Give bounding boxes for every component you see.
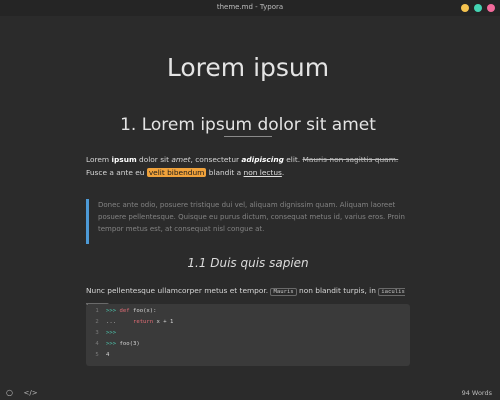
blockquote[interactable]: Donec ante odio, posuere tristique dui v…	[86, 199, 410, 244]
window-title: theme.md - Typora	[216, 3, 284, 11]
underlined-text: non lectus	[243, 167, 282, 177]
text-span: , consectetur	[190, 155, 242, 164]
code-prompt: >>>	[106, 330, 117, 336]
title-bar: theme.md - Typora	[0, 0, 500, 16]
text-span: blandit a	[206, 167, 244, 177]
line-number: 3	[95, 330, 99, 336]
code-line: 4 >>> foo(3)	[86, 341, 410, 351]
code-prompt: >>>	[106, 341, 117, 347]
code-keyword: def	[119, 308, 130, 314]
minimize-button[interactable]	[461, 4, 469, 12]
editor-document[interactable]: Lorem ipsum 1. Lorem ipsum dolor sit ame…	[86, 16, 410, 386]
code-line: 1 >>> def foo(x):	[86, 308, 410, 318]
code-output: 4	[106, 352, 110, 358]
code-line: 2 ... return x + 1	[86, 319, 410, 329]
text-span: .	[281, 167, 285, 177]
line-number: 5	[95, 352, 99, 358]
heading-3[interactable]: 1.1 Duis quis sapien	[86, 256, 410, 270]
code-text: x + 1	[153, 319, 174, 325]
status-bar: ○ </> 94 Words	[0, 386, 500, 400]
maximize-button[interactable]	[474, 4, 482, 12]
heading-2[interactable]: 1. Lorem ipsum dolor sit amet	[86, 115, 410, 135]
bold-text: ipsum	[111, 155, 137, 164]
circle-icon[interactable]: ○	[6, 388, 13, 397]
line-number: 1	[95, 308, 99, 314]
status-left: ○ </>	[6, 388, 46, 397]
scrollbar[interactable]	[493, 16, 499, 386]
heading-underline	[224, 136, 272, 137]
word-count[interactable]: 94 Words	[462, 389, 492, 397]
code-prompt: >>>	[106, 308, 117, 314]
line-number: 4	[95, 341, 99, 347]
code-text: foo(x):	[129, 308, 157, 314]
code-text: foo(3)	[116, 341, 140, 347]
highlighted-text: velit bibendum	[146, 167, 207, 177]
source-code-icon[interactable]: </>	[24, 389, 38, 397]
code-line: 5 4	[86, 352, 410, 362]
text-span: Nunc pellentesque ullamcorper metus et t…	[86, 286, 271, 295]
code-line: 3 >>>	[86, 330, 410, 340]
code-block[interactable]: 1 >>> def foo(x): 2 ... return x + 1 3 >…	[86, 304, 410, 366]
bold-italic-text: adipiscing	[241, 155, 284, 164]
text-span: Fusce a ante eu	[86, 167, 147, 177]
strikethrough-text: Mauris non sagittis quam.	[302, 155, 399, 164]
line-number: 2	[95, 319, 99, 325]
text-span: dolor sit	[136, 155, 172, 164]
close-button[interactable]	[487, 4, 495, 12]
code-keyword: return	[119, 319, 154, 325]
italic-text: amet	[171, 155, 191, 164]
heading-1[interactable]: Lorem ipsum	[86, 53, 410, 82]
inline-code: Mauris	[270, 288, 297, 296]
paragraph-1[interactable]: Lorem ipsum dolor sit amet, consectetur …	[86, 154, 410, 179]
text-span: non blandit turpis, in	[296, 286, 379, 295]
code-prompt: ...	[106, 319, 117, 325]
text-span: Lorem	[86, 155, 112, 164]
text-span: elit.	[283, 155, 303, 164]
